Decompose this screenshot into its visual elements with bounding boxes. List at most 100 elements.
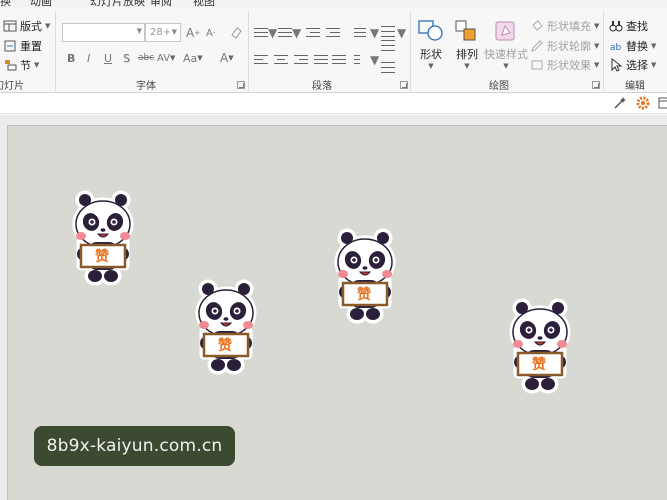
effects-icon: [530, 58, 544, 72]
group-divider: [55, 11, 56, 91]
quick-style-button[interactable]: 快速样式 ▼: [484, 19, 528, 70]
replace-icon: ab: [609, 39, 623, 53]
slides-group-label: 幻灯片: [0, 81, 24, 92]
magic-wand-icon[interactable]: [613, 96, 627, 113]
grow-font-button[interactable]: A +: [186, 24, 200, 42]
font-size-field[interactable]: 28+ ▼: [145, 23, 181, 42]
editing-group-label: 编辑: [625, 81, 645, 92]
chevron-down-icon: ▼: [228, 54, 234, 62]
panda-sticker[interactable]: 赞: [194, 279, 258, 375]
panda-sticker[interactable]: 赞: [333, 228, 397, 324]
arrange-icon: [454, 19, 480, 46]
replace-label: 替换: [626, 40, 648, 53]
reset-icon: [3, 39, 17, 53]
reset-button[interactable]: 重置: [3, 37, 42, 55]
shape-outline-label: 形状轮廓: [547, 40, 591, 53]
align-text-icon[interactable]: [381, 39, 395, 51]
shrink-font-button[interactable]: A-: [206, 24, 215, 42]
cursor-icon: [609, 57, 623, 72]
align-left-icon[interactable]: [254, 54, 268, 66]
align-center-icon[interactable]: [274, 54, 288, 66]
layout-label: 版式: [20, 20, 42, 33]
chevron-down-icon: ▼: [651, 42, 657, 50]
sign-text: 赞: [532, 357, 546, 373]
char-spacing-button[interactable]: AV ▼: [157, 49, 175, 67]
chevron-down-icon: ▼: [594, 61, 600, 69]
chevron-down-icon: ▼: [45, 22, 51, 30]
shadow-button[interactable]: S: [123, 49, 130, 67]
shape-label: 形状: [420, 48, 442, 61]
change-case-button[interactable]: Aa ▼: [183, 49, 203, 67]
quick-toolbar: [0, 94, 667, 114]
replace-button[interactable]: ab 替换 ▼: [609, 37, 656, 55]
menu-tab-bar: 换 动画 幻灯片放映 审阅 视图: [0, 0, 667, 8]
shape-fill-label: 形状填充: [547, 20, 591, 33]
decrease-indent-icon[interactable]: [306, 27, 320, 39]
shrink-font-icon: A: [206, 27, 213, 39]
panda-image: [71, 190, 135, 286]
chevron-down-icon: ▼: [34, 61, 40, 69]
distributed-icon[interactable]: [332, 54, 346, 66]
arrange-label: 排列: [456, 48, 478, 61]
char-spacing-label: AV: [157, 52, 171, 64]
layout-button[interactable]: 版式 ▼: [3, 17, 50, 35]
panda-sticker[interactable]: 赞: [508, 298, 572, 394]
line-spacing-icon[interactable]: [354, 27, 368, 39]
select-label: 选择: [626, 59, 648, 72]
pencil-icon: [530, 39, 544, 53]
gear-icon[interactable]: [636, 96, 650, 113]
paragraph-dialog-launcher[interactable]: [400, 81, 408, 89]
quick-style-label: 快速样式: [484, 48, 528, 61]
italic-button[interactable]: I: [87, 49, 90, 67]
chevron-down-icon[interactable]: ▼: [268, 24, 277, 42]
panda-image: [508, 298, 572, 394]
panel-icon[interactable]: [658, 96, 667, 113]
numbering-icon[interactable]: [278, 27, 292, 39]
sign-text: 赞: [218, 338, 232, 354]
arrange-button[interactable]: 排列 ▼: [454, 19, 480, 70]
clear-format-button[interactable]: [229, 23, 243, 41]
font-color-button[interactable]: A ▼: [220, 49, 234, 67]
section-label: 节: [20, 59, 31, 72]
drawing-group-label: 绘图: [489, 81, 509, 92]
panda-sticker[interactable]: 赞: [71, 190, 135, 286]
shape-effect-button[interactable]: 形状效果 ▼: [530, 56, 599, 74]
columns-icon[interactable]: [354, 54, 368, 66]
align-right-icon[interactable]: [294, 54, 308, 66]
bullets-icon[interactable]: [254, 27, 268, 39]
strikethrough-button[interactable]: abc: [138, 49, 154, 67]
drawing-dialog-launcher[interactable]: [592, 81, 600, 89]
group-divider: [603, 11, 604, 91]
ribbon: 版式 ▼ 重置 节 ▼ 幻灯片 ▼ 28+ ▼ A+ A- B I U S ab…: [0, 7, 667, 93]
smartart-icon[interactable]: [381, 61, 395, 73]
bold-button[interactable]: B: [67, 49, 75, 67]
group-divider: [248, 11, 249, 91]
chevron-down-icon[interactable]: ▼: [370, 51, 379, 69]
panda-image: [194, 279, 258, 375]
shape-button[interactable]: 形状 ▼: [418, 19, 444, 70]
shape-outline-button[interactable]: 形状轮廓 ▼: [530, 37, 599, 55]
chevron-down-icon[interactable]: ▼: [370, 24, 379, 42]
group-divider: [410, 11, 411, 91]
find-label: 查找: [626, 20, 648, 33]
increase-indent-icon[interactable]: [326, 27, 340, 39]
eraser-icon: [229, 25, 243, 39]
select-button[interactable]: 选择 ▼: [609, 56, 656, 74]
change-case-label: Aa: [183, 51, 198, 65]
find-button[interactable]: 查找: [609, 17, 648, 35]
chevron-down-icon[interactable]: ▼: [397, 24, 406, 42]
text-direction-icon[interactable]: [381, 25, 395, 37]
paragraph-group-label: 段落: [312, 81, 332, 92]
shape-fill-button[interactable]: 形状填充 ▼: [530, 17, 599, 35]
underline-button[interactable]: U: [104, 49, 112, 67]
font-color-icon: A: [220, 51, 229, 65]
chevron-down-icon[interactable]: ▼: [292, 24, 301, 42]
justify-icon[interactable]: [314, 54, 328, 66]
binoculars-icon: [609, 19, 623, 33]
section-button[interactable]: 节 ▼: [3, 56, 39, 74]
chevron-down-icon: ▼: [197, 54, 203, 62]
chevron-down-icon: ▼: [594, 42, 600, 50]
reset-label: 重置: [20, 40, 42, 53]
svg-text:ab: ab: [610, 43, 622, 53]
font-dialog-launcher[interactable]: [237, 81, 245, 89]
